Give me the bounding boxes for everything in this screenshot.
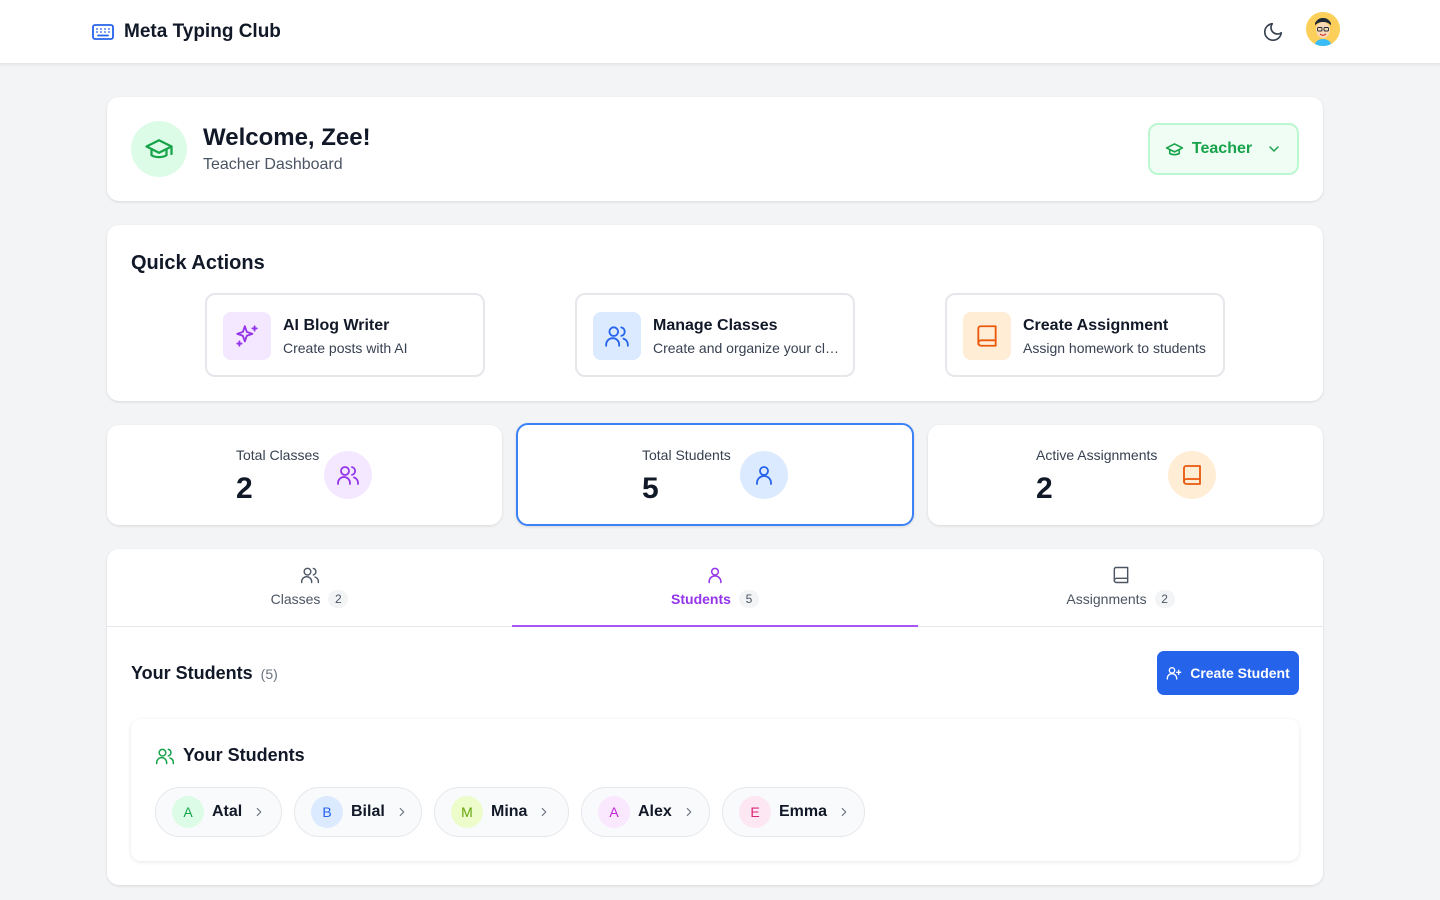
users-icon [300,565,320,585]
stat-card-total-classes[interactable]: Total Classes 2 [107,425,502,525]
user-icon [740,451,788,499]
graduation-cap-icon [131,121,187,177]
role-selector-button[interactable]: Teacher [1148,123,1299,175]
students-section-title: Your Students (5) [131,663,278,684]
stat-card-total-students[interactable]: Total Students 5 [516,423,914,526]
stat-label: Active Assignments [1036,447,1158,463]
tab-bar: Classes 2 Students 5 Assignments 2 [107,549,1323,627]
book-icon [1168,451,1216,499]
students-list-title: Your Students [155,745,305,766]
user-icon [705,565,725,585]
section-count: (5) [260,666,278,682]
chevron-right-icon [537,805,551,819]
keyboard-icon [91,20,115,44]
stat-label: Total Classes [236,447,320,463]
graduation-cap-icon [1165,140,1184,159]
student-name: Atal [212,803,243,820]
chevron-right-icon [837,805,851,819]
student-initial: E [739,796,771,828]
student-initial: A [172,796,204,828]
top-nav: Meta Typing Club [0,0,1440,64]
sparkles-icon [223,312,271,360]
role-label: Teacher [1191,140,1253,157]
quick-action-ai-blog-writer[interactable]: AI Blog Writer Create posts with AI [205,293,485,377]
main-panel: Classes 2 Students 5 Assignments 2 Your … [107,549,1323,885]
quick-action-name: Manage Classes [653,317,778,334]
tab-students[interactable]: Students 5 [512,549,918,627]
welcome-subtitle: Teacher Dashboard [203,156,343,173]
student-name: Emma [779,803,828,820]
tab-count-badge: 2 [328,590,349,608]
quick-action-desc: Create posts with AI [283,340,408,356]
students-list-title-text: Your Students [183,745,305,765]
create-student-label: Create Student [1190,665,1290,681]
student-chip-bilal[interactable]: B Bilal [294,787,422,837]
tab-label: Assignments [1066,591,1147,607]
quick-action-create-assignment[interactable]: Create Assignment Assign homework to stu… [945,293,1225,377]
quick-action-name: AI Blog Writer [283,317,390,334]
chevron-down-icon [1266,141,1282,157]
user-avatar[interactable] [1306,12,1340,46]
tab-label: Classes [270,591,321,607]
book-icon [963,312,1011,360]
tab-count-badge: 2 [1154,590,1175,608]
brand-name: Meta Typing Club [124,21,281,42]
stat-label: Total Students [642,447,731,463]
stat-card-active-assignments[interactable]: Active Assignments 2 [928,425,1323,525]
moon-icon [1262,21,1284,43]
user-plus-icon [1166,665,1182,681]
chevron-right-icon [682,805,696,819]
brand[interactable]: Meta Typing Club [91,20,281,44]
welcome-card: Welcome, Zee! Teacher Dashboard Teacher [107,97,1323,201]
quick-actions-card: Quick Actions AI Blog Writer Create post… [107,225,1323,401]
welcome-title: Welcome, Zee! [203,124,371,151]
create-student-button[interactable]: Create Student [1157,651,1299,695]
student-chip-alex[interactable]: A Alex [581,787,710,837]
student-name: Mina [491,803,528,820]
users-icon [593,312,641,360]
chevron-right-icon [395,805,409,819]
quick-actions-title: Quick Actions [131,252,265,274]
stat-value: 2 [1036,472,1053,505]
student-chip-atal[interactable]: A Atal [155,787,282,837]
quick-action-name: Create Assignment [1023,317,1169,334]
stat-value: 5 [642,472,659,505]
students-list-card: Your Students A Atal B Bilal M Mina A Al… [131,719,1299,861]
stat-value: 2 [236,472,253,505]
users-icon [324,451,372,499]
users-icon [155,746,175,766]
book-icon [1111,565,1131,585]
student-initial: A [598,796,630,828]
tab-label: Students [671,591,731,607]
student-initial: M [451,796,483,828]
section-title-text: Your Students [131,663,253,683]
student-chip-mina[interactable]: M Mina [434,787,569,837]
quick-action-desc: Assign homework to students [1023,340,1206,356]
student-chip-emma[interactable]: E Emma [722,787,865,837]
quick-action-manage-classes[interactable]: Manage Classes Create and organize your … [575,293,855,377]
tab-assignments[interactable]: Assignments 2 [918,549,1323,627]
student-name: Bilal [351,803,385,820]
student-name: Alex [638,803,672,820]
tab-classes[interactable]: Classes 2 [107,549,512,627]
quick-action-desc: Create and organize your classes [653,340,839,356]
chevron-right-icon [252,805,266,819]
theme-toggle-button[interactable] [1262,21,1284,43]
tab-count-badge: 5 [738,590,759,608]
student-initial: B [311,796,343,828]
